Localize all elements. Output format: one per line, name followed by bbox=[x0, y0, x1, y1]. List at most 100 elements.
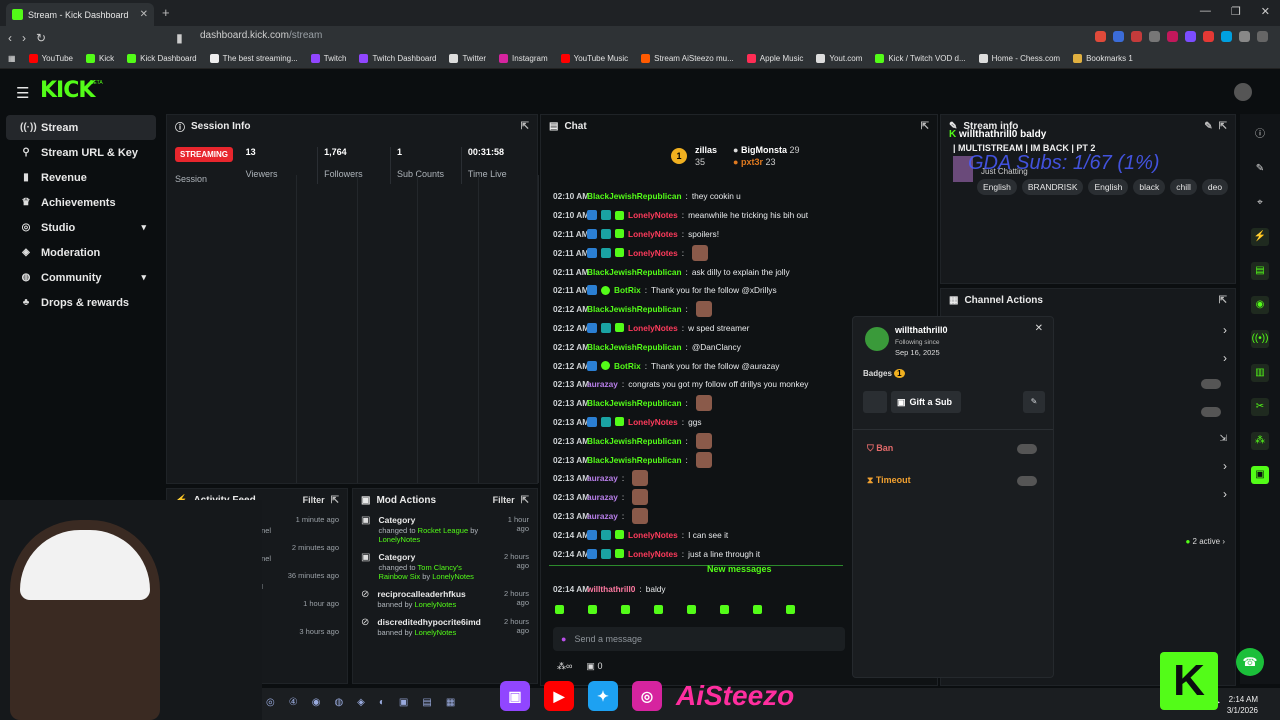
kick-app-icon[interactable]: ▣ bbox=[1251, 466, 1269, 484]
forward-icon[interactable]: › bbox=[22, 31, 26, 45]
app-icon[interactable]: ◍ bbox=[334, 697, 343, 708]
lightning-icon[interactable]: ⚡ bbox=[1251, 228, 1269, 246]
extension-icon[interactable] bbox=[1167, 31, 1178, 42]
emote-icon[interactable] bbox=[753, 605, 762, 614]
clock[interactable]: 2:14 AM 3/1/2026 bbox=[1227, 694, 1258, 716]
mod-action-moderator[interactable]: LonelyNotes bbox=[415, 628, 457, 637]
pencil-icon[interactable]: ✎ bbox=[1251, 160, 1269, 178]
bookmark-item[interactable]: Kick / Twitch VOD d... bbox=[875, 54, 966, 63]
chat-username[interactable]: BlackJewishRepublican bbox=[587, 342, 682, 352]
bookmark-item[interactable]: YouTube Music bbox=[560, 54, 628, 63]
stream-tag[interactable]: BRANDRISK bbox=[1021, 179, 1084, 195]
activity-filter-button[interactable]: Filter bbox=[303, 495, 325, 505]
chat-username[interactable]: LonelyNotes bbox=[628, 417, 678, 427]
gift-sub-button[interactable]: ▣ Gift a Sub bbox=[891, 391, 961, 413]
timeout-row[interactable]: ⧗ Timeout bbox=[867, 475, 911, 486]
extension-icon[interactable] bbox=[1185, 31, 1196, 42]
edge-icon[interactable]: ◎ bbox=[266, 697, 275, 708]
emote-icon[interactable] bbox=[555, 605, 564, 614]
app-icon[interactable]: ◈ bbox=[357, 697, 365, 708]
timeout-toggle[interactable] bbox=[1017, 476, 1037, 486]
mod-filter-button[interactable]: Filter bbox=[493, 495, 515, 505]
app-icon[interactable]: ④ bbox=[289, 697, 298, 708]
popout-icon[interactable]: ⇱ bbox=[331, 495, 339, 506]
target-icon[interactable]: ⌖ bbox=[1251, 194, 1269, 212]
apps-grid-icon[interactable]: ▦ bbox=[8, 54, 16, 63]
chat-username[interactable]: BotRix bbox=[614, 361, 641, 371]
broadcast-icon[interactable]: ((•)) bbox=[1251, 330, 1269, 348]
infinity-icon[interactable]: ⁂∞ bbox=[557, 661, 572, 672]
chat-username[interactable]: aurazay bbox=[587, 492, 618, 502]
bookmark-item[interactable]: Twitch bbox=[310, 54, 346, 63]
sidebar-item-achievements[interactable]: ♛ Achievements bbox=[6, 190, 156, 215]
tab-close-icon[interactable]: ✕ bbox=[140, 9, 148, 20]
bookmark-item[interactable]: Instagram bbox=[499, 54, 548, 63]
reload-icon[interactable]: ↻ bbox=[36, 31, 46, 45]
sidebar-item-moderation[interactable]: ◈ Moderation bbox=[6, 240, 156, 265]
active-count[interactable]: ● 2 active › bbox=[1185, 537, 1225, 546]
chat-username[interactable]: aurazay bbox=[587, 473, 618, 483]
app-icon[interactable]: ▦ bbox=[446, 697, 455, 708]
extension-icon[interactable] bbox=[1095, 31, 1106, 42]
chat-username[interactable]: BlackJewishRepublican bbox=[587, 455, 682, 465]
bookmark-item[interactable]: Bookmarks 1 bbox=[1073, 54, 1133, 63]
notes-icon[interactable]: ▤ bbox=[1251, 262, 1269, 280]
toggle-switch[interactable] bbox=[1201, 379, 1221, 389]
bookmark-item[interactable]: The best streaming... bbox=[209, 54, 298, 63]
chevron-right-icon[interactable]: › bbox=[1223, 487, 1227, 501]
maximize-icon[interactable]: ❐ bbox=[1231, 5, 1241, 18]
ban-row[interactable]: ⛉ Ban bbox=[867, 443, 893, 454]
wrench-icon[interactable]: ✂ bbox=[1251, 398, 1269, 416]
emote-icon[interactable] bbox=[621, 605, 630, 614]
support-chat-icon[interactable]: ☎ bbox=[1236, 648, 1264, 676]
chat-username[interactable]: BotRix bbox=[614, 285, 641, 295]
emote-icon[interactable] bbox=[687, 605, 696, 614]
sidebar-item-stream-url-key[interactable]: ⚲ Stream URL & Key bbox=[6, 140, 156, 165]
chat-username[interactable]: LonelyNotes bbox=[628, 530, 678, 540]
mod-action-moderator[interactable]: LonelyNotes bbox=[378, 535, 420, 544]
sidebar-item-revenue[interactable]: ▮ Revenue bbox=[6, 165, 156, 190]
user-card-username[interactable]: willthathrill0 bbox=[895, 325, 948, 335]
emote-icon[interactable] bbox=[588, 605, 597, 614]
bookmark-page-icon[interactable]: ▮ bbox=[176, 31, 183, 45]
chat-username[interactable]: LonelyNotes bbox=[628, 323, 678, 333]
bookmark-item[interactable]: Kick bbox=[86, 54, 114, 63]
bookmark-item[interactable]: Twitch Dashboard bbox=[359, 54, 436, 63]
close-window-icon[interactable]: ✕ bbox=[1261, 5, 1270, 18]
bookmark-item[interactable]: Apple Music bbox=[746, 54, 803, 63]
menu-icon[interactable]: ☰ bbox=[16, 84, 29, 102]
chat-username[interactable]: BlackJewishRepublican bbox=[587, 191, 682, 201]
profile-icon[interactable] bbox=[1257, 31, 1268, 42]
extension-icon[interactable] bbox=[1239, 31, 1250, 42]
chevron-right-icon[interactable]: › bbox=[1223, 351, 1227, 365]
close-icon[interactable]: ✕ bbox=[1035, 323, 1043, 334]
stream-tag[interactable]: deo bbox=[1201, 179, 1229, 195]
chat-username[interactable]: LonelyNotes bbox=[628, 549, 678, 559]
address-bar[interactable]: dashboard.kick.com/stream bbox=[200, 30, 322, 41]
chart-icon[interactable]: ⇲ bbox=[1219, 433, 1227, 444]
edit-icon[interactable]: ✎ bbox=[1204, 121, 1212, 132]
group-icon[interactable]: ⁂ bbox=[1251, 432, 1269, 450]
ban-toggle[interactable] bbox=[1017, 444, 1037, 454]
mod-action-moderator[interactable]: LonelyNotes bbox=[415, 600, 457, 609]
microphone-icon[interactable]: ● bbox=[561, 634, 566, 644]
bookmark-item[interactable]: Home - Chess.com bbox=[978, 54, 1060, 63]
bookmark-item[interactable]: Stream AiSteezo mu... bbox=[641, 54, 734, 63]
chevron-down-icon[interactable]: ▾ bbox=[141, 272, 146, 283]
mod-action-item[interactable]: ▣ Category changed to Rocket League by Lon… bbox=[353, 511, 537, 548]
chat-username[interactable]: LonelyNotes bbox=[628, 248, 678, 258]
mod-action-item[interactable]: ⊘ reciprocalleaderhfkus banned by LonelyNo… bbox=[353, 585, 537, 613]
extension-icon[interactable] bbox=[1113, 31, 1124, 42]
chat-input[interactable]: ● Send a message bbox=[553, 627, 845, 651]
bookmark-item[interactable]: Twitter bbox=[449, 54, 486, 63]
bookmark-item[interactable]: Kick Dashboard bbox=[127, 54, 197, 63]
popout-icon[interactable]: ⇱ bbox=[521, 121, 529, 132]
sidebar-item-stream[interactable]: ((·)) Stream bbox=[6, 115, 156, 140]
mod-action-item[interactable]: ⊘ discreditedhypocrite6imd banned by Lonel… bbox=[353, 613, 537, 641]
user-avatar[interactable] bbox=[1234, 83, 1252, 101]
extension-icon[interactable] bbox=[1203, 31, 1214, 42]
bookmark-item[interactable]: Yout.com bbox=[816, 54, 862, 63]
mod-action-item[interactable]: ▣ Category changed to Tom Clancy's Rainbow… bbox=[353, 548, 537, 585]
chevron-right-icon[interactable]: › bbox=[1223, 323, 1227, 337]
chat-username[interactable]: willthathrill0 bbox=[587, 584, 635, 594]
